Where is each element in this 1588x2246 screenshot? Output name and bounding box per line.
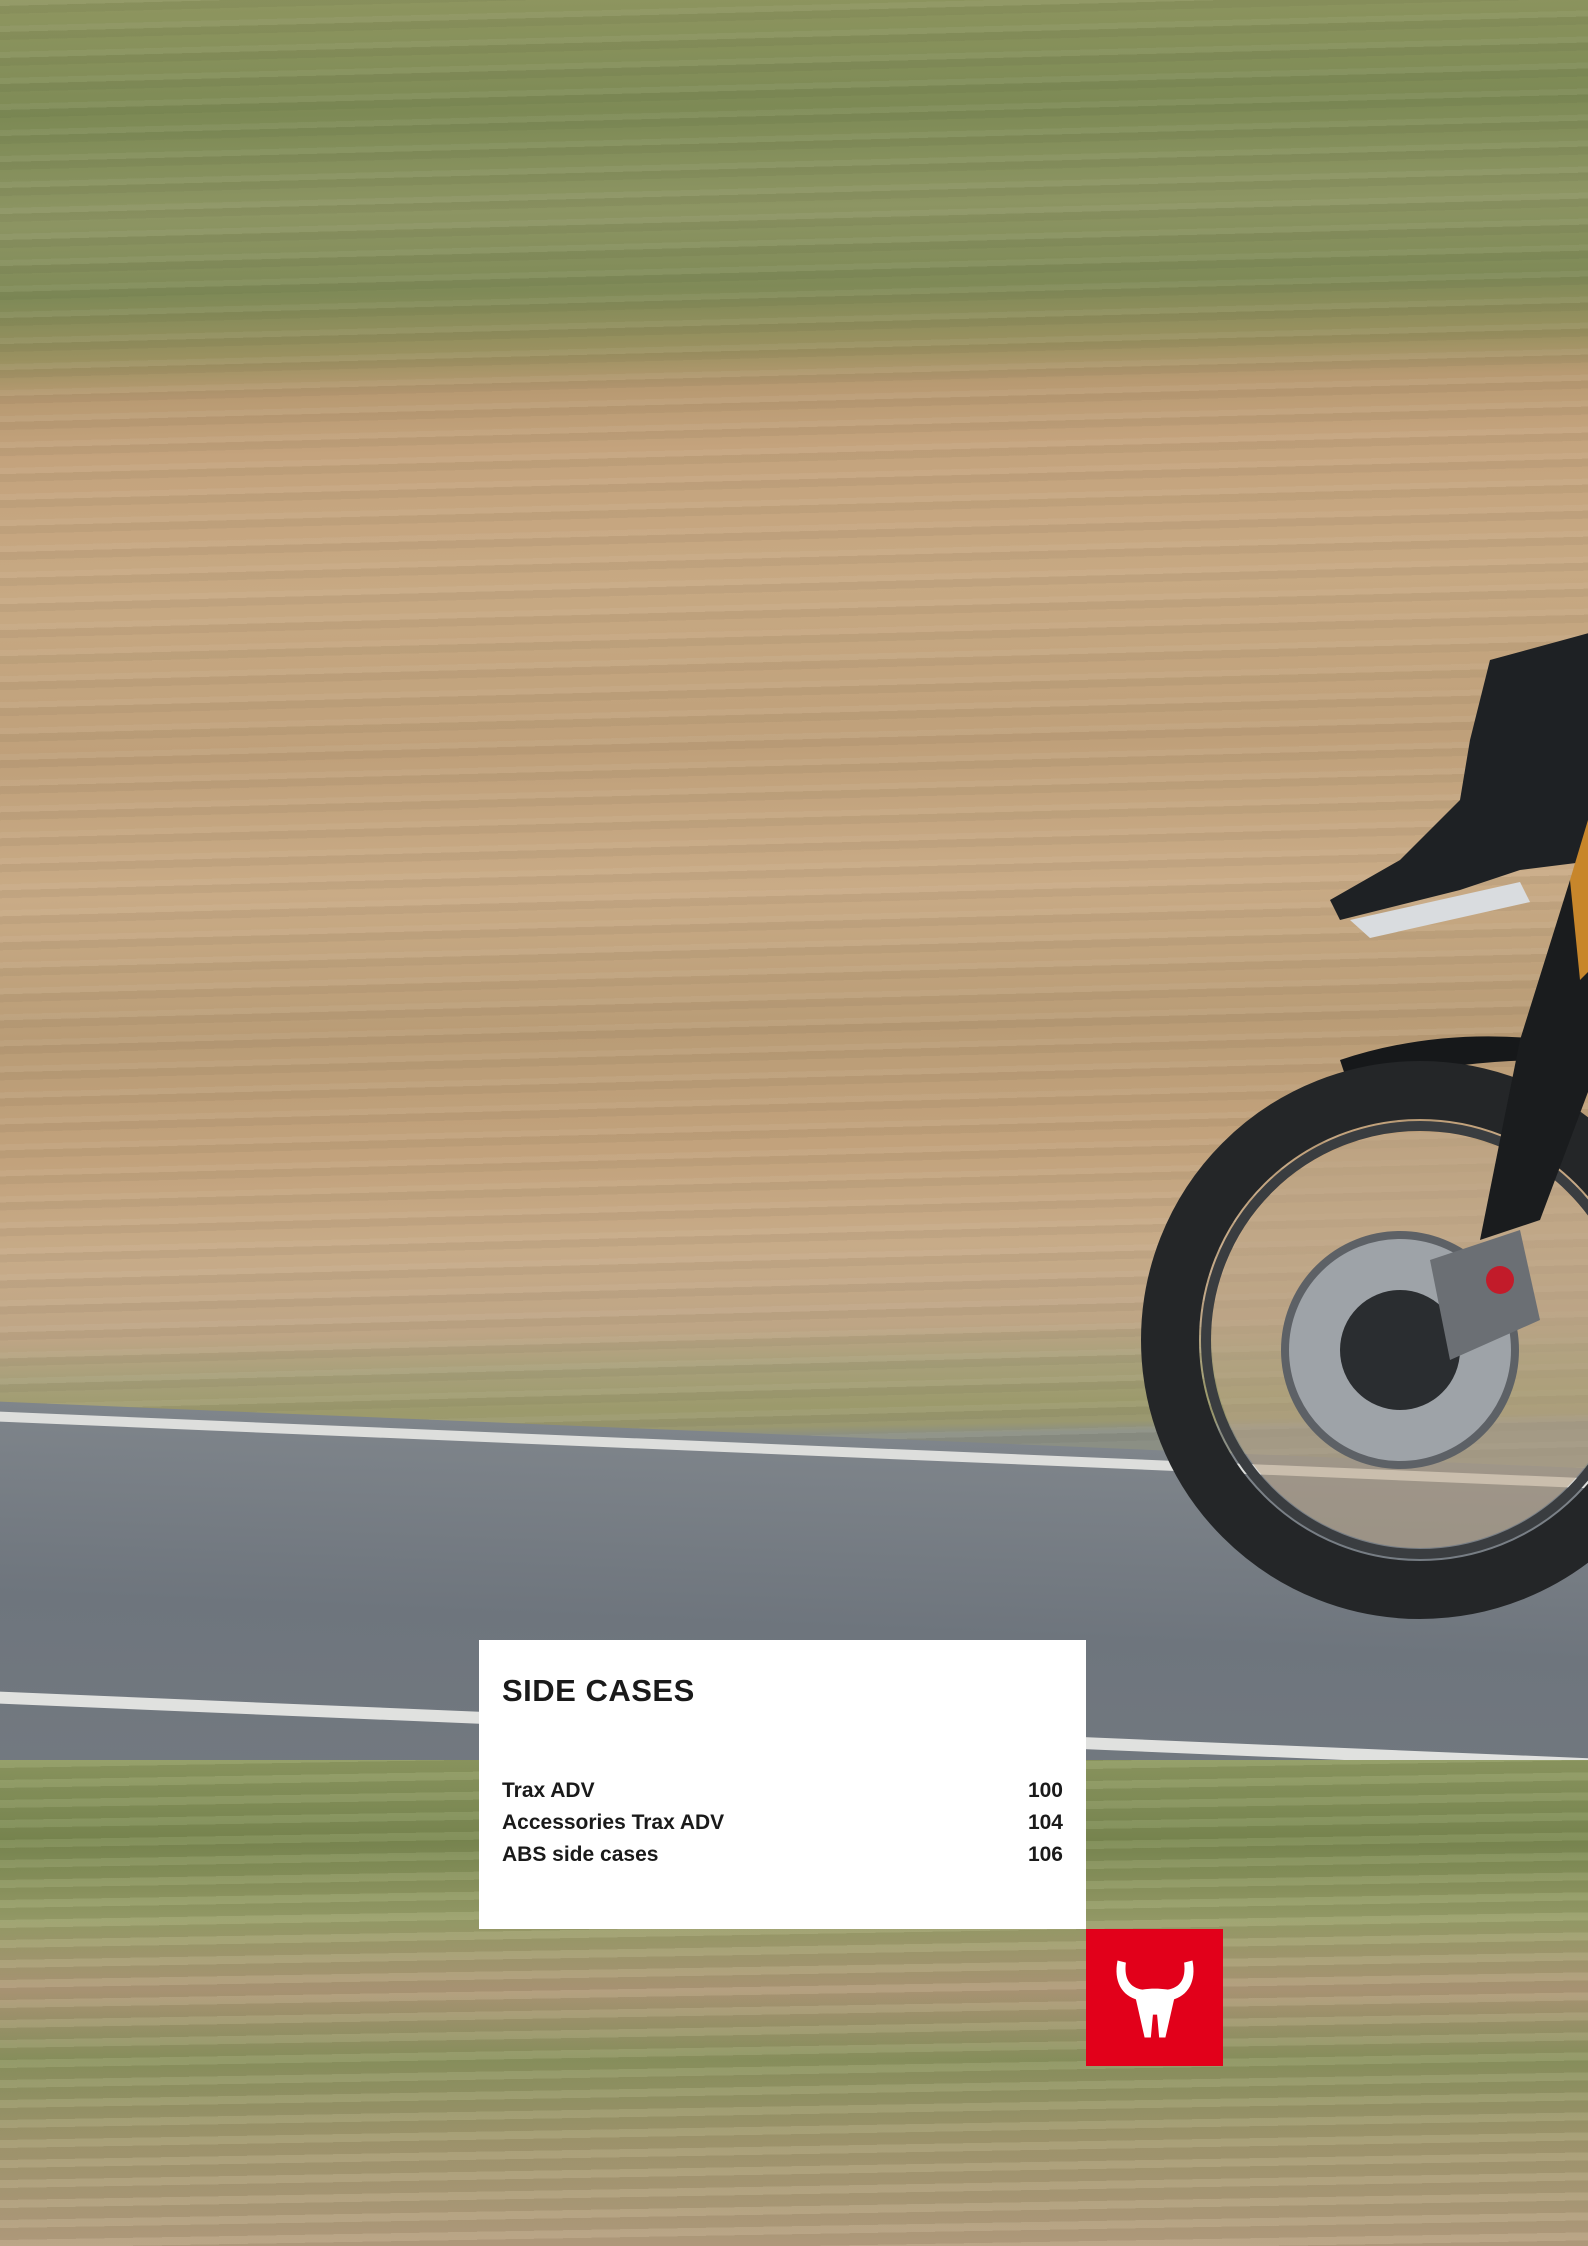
bull-head (1133, 1988, 1176, 2038)
toc-entry-label: Accessories Trax ADV (502, 1811, 725, 1835)
toc-entry-accessories-trax-adv[interactable]: Accessories Trax ADV 104 (502, 1807, 1063, 1839)
motorcycle-front-wheel-icon (1141, 633, 1588, 1619)
bull-head-icon (1115, 1960, 1194, 2038)
toc-entry-page: 100 (1027, 1779, 1063, 1803)
toc-entry-label: ABS side cases (502, 1843, 659, 1867)
caliper-logo (1486, 1266, 1514, 1294)
fairing-shape (1330, 633, 1588, 920)
toc-entry-page: 106 (1027, 1843, 1063, 1867)
toc-entry-page: 104 (1027, 1811, 1063, 1835)
section-title: SIDE CASES (502, 1673, 695, 1708)
catalog-page: SIDE CASES Trax ADV 100 Accessories Trax… (0, 0, 1588, 2246)
toc-list: Trax ADV 100 Accessories Trax ADV 104 AB… (502, 1775, 1063, 1871)
toc-entry-label: Trax ADV (502, 1779, 595, 1803)
toc-entry-abs-side-cases[interactable]: ABS side cases 106 (502, 1839, 1063, 1871)
brand-logo (1086, 1929, 1223, 2066)
toc-entry-trax-adv[interactable]: Trax ADV 100 (502, 1775, 1063, 1807)
toc-panel: SIDE CASES Trax ADV 100 Accessories Trax… (479, 1640, 1086, 1929)
